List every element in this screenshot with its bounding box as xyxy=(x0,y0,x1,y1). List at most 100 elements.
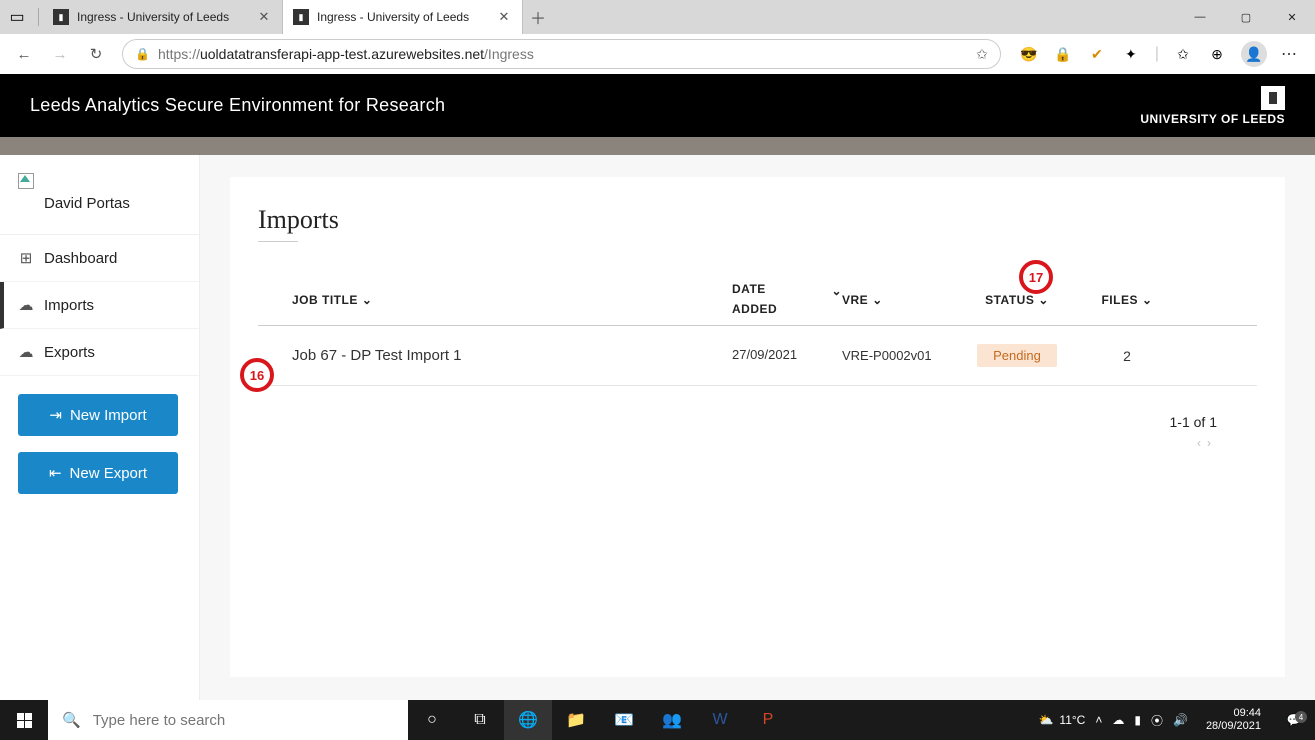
lock-icon: 🔒 xyxy=(135,47,150,61)
browser-tab-1[interactable]: ▮ Ingress - University of Leeds ✕ xyxy=(283,0,523,34)
cell-files: 2 xyxy=(1082,348,1172,364)
chevron-down-icon: ⌄ xyxy=(1142,293,1153,307)
col-label: VRE xyxy=(842,293,868,307)
sidebar-item-label: Dashboard xyxy=(44,250,117,267)
new-tab-button[interactable]: ＋ xyxy=(523,5,553,29)
windows-icon xyxy=(17,713,32,728)
taskbar: 🔍 ○ ⧉ 🌐 📁 📧 👥 W P ⛅ 11°C ˄ ☁ ▮ ⦿ 🔊 09:44… xyxy=(0,700,1315,740)
close-icon[interactable]: ✕ xyxy=(496,9,512,25)
col-vre[interactable]: VRE ⌄ xyxy=(842,293,952,307)
profile-avatar[interactable]: 👤 xyxy=(1241,41,1267,67)
tab-actions-button[interactable]: ▭ xyxy=(0,0,34,34)
user-avatar-icon xyxy=(18,173,34,189)
window-controls: — ▢ ✕ xyxy=(1177,0,1315,34)
col-label: JOB TITLE xyxy=(292,293,358,307)
url-path: /Ingress xyxy=(484,46,534,62)
powerpoint-icon[interactable]: P xyxy=(744,700,792,740)
maximize-button[interactable]: ▢ xyxy=(1223,0,1269,34)
col-job-title[interactable]: JOB TITLE ⌄ xyxy=(292,293,732,307)
pagination: 1-1 of 1 ‹› xyxy=(258,414,1257,450)
tray-icons: ˄ ☁ ▮ ⦿ 🔊 xyxy=(1095,712,1188,729)
url-host: uoldatatransferapi-app-test.azurewebsite… xyxy=(200,46,484,62)
word-icon[interactable]: W xyxy=(696,700,744,740)
clock[interactable]: 09:44 28/09/2021 xyxy=(1198,707,1269,733)
address-bar[interactable]: 🔒 https://uoldatatransferapi-app-test.az… xyxy=(122,39,1001,69)
pagination-range: 1-1 of 1 xyxy=(258,414,1217,430)
notifications-button[interactable]: 💬 4 xyxy=(1279,713,1309,727)
wifi-icon[interactable]: ⦿ xyxy=(1151,712,1163,729)
cortana-icon[interactable]: ○ xyxy=(408,700,456,740)
cell-status: Pending xyxy=(952,344,1082,367)
sidebar: David Portas ⊞ Dashboard ☁ Imports ☁ Exp… xyxy=(0,155,200,702)
card: Imports 16 17 JOB TITLE ⌄ DATE ADDED ⌄ xyxy=(230,177,1285,677)
edge-icon[interactable]: 🌐 xyxy=(504,700,552,740)
ext-icon-3[interactable]: ✔ xyxy=(1087,44,1107,64)
close-window-button[interactable]: ✕ xyxy=(1269,0,1315,34)
sidebar-item-dashboard[interactable]: ⊞ Dashboard xyxy=(0,235,199,282)
refresh-button[interactable]: ↻ xyxy=(78,36,114,72)
battery-icon[interactable]: ▮ xyxy=(1134,713,1141,727)
sidebar-item-imports[interactable]: ☁ Imports xyxy=(0,282,199,329)
sidebar-buttons: ⇥ New Import ⇤ New Export xyxy=(0,376,199,510)
teams-icon[interactable]: 👥 xyxy=(648,700,696,740)
decorative-strip xyxy=(0,137,1315,155)
clock-time: 09:44 xyxy=(1206,707,1261,720)
clock-date: 28/09/2021 xyxy=(1206,720,1261,733)
next-page-button[interactable]: › xyxy=(1207,436,1217,450)
ext-icon-1[interactable]: 😎 xyxy=(1019,44,1039,64)
col-files[interactable]: FILES ⌄ xyxy=(1082,293,1172,307)
weather-temp: 11°C xyxy=(1059,713,1085,727)
title-underline xyxy=(258,241,298,242)
volume-icon[interactable]: 🔊 xyxy=(1173,713,1188,727)
weather-widget[interactable]: ⛅ 11°C xyxy=(1038,713,1085,727)
settings-menu-icon[interactable]: ⋯ xyxy=(1281,44,1299,64)
search-icon: 🔍 xyxy=(62,711,81,729)
import-icon: ⇥ xyxy=(49,406,62,424)
cloud-down-icon: ☁ xyxy=(18,296,34,314)
button-label: New Export xyxy=(70,465,148,482)
back-button[interactable]: ← xyxy=(6,36,42,72)
extensions-icon[interactable]: ✦ xyxy=(1121,44,1141,64)
close-icon[interactable]: ✕ xyxy=(256,9,272,25)
status-badge: Pending xyxy=(977,344,1057,367)
browser-tab-0[interactable]: ▮ Ingress - University of Leeds ✕ xyxy=(43,0,283,34)
favicon-icon: ▮ xyxy=(53,9,69,25)
url-scheme: https:// xyxy=(158,46,200,62)
sidebar-item-label: Imports xyxy=(44,297,94,314)
sidebar-item-exports[interactable]: ☁ Exports xyxy=(0,329,199,376)
pagination-arrows: ‹› xyxy=(258,436,1217,450)
task-view-icon[interactable]: ⧉ xyxy=(456,700,504,740)
notification-badge: 4 xyxy=(1295,711,1307,723)
new-export-button[interactable]: ⇤ New Export xyxy=(18,452,178,494)
favorite-icon[interactable]: ✩ xyxy=(976,46,988,63)
collections-icon[interactable]: ⊕ xyxy=(1207,44,1227,64)
col-date-added[interactable]: DATE ADDED ⌄ xyxy=(732,282,842,317)
tab-title: Ingress - University of Leeds xyxy=(77,10,250,24)
outlook-icon[interactable]: 📧 xyxy=(600,700,648,740)
nav-bar: ← → ↻ 🔒 https://uoldatatransferapi-app-t… xyxy=(0,34,1315,74)
col-label: FILES xyxy=(1101,293,1138,307)
explorer-icon[interactable]: 📁 xyxy=(552,700,600,740)
toolbar-icons: 😎 🔒 ✔ ✦ | ✩ ⊕ 👤 ⋯ xyxy=(1009,41,1309,67)
url-text: https://uoldatatransferapi-app-test.azur… xyxy=(158,46,976,62)
onedrive-icon[interactable]: ☁ xyxy=(1112,713,1124,727)
grid-icon: ⊞ xyxy=(18,249,34,267)
table-row[interactable]: Job 67 - DP Test Import 1 27/09/2021 VRE… xyxy=(258,326,1257,386)
org-logo: UNIVERSITY OF LEEDS xyxy=(1140,86,1285,126)
user-block: David Portas xyxy=(0,155,199,235)
main-area: David Portas ⊞ Dashboard ☁ Imports ☁ Exp… xyxy=(0,155,1315,702)
favorites-icon[interactable]: ✩ xyxy=(1173,44,1193,64)
ext-icon-2[interactable]: 🔒 xyxy=(1053,44,1073,64)
chevron-down-icon: ⌄ xyxy=(831,284,842,300)
chevron-up-icon[interactable]: ˄ xyxy=(1095,713,1102,727)
new-import-button[interactable]: ⇥ New Import xyxy=(18,394,178,436)
app-header: Leeds Analytics Secure Environment for R… xyxy=(0,74,1315,137)
start-button[interactable] xyxy=(0,700,48,740)
prev-page-button[interactable]: ‹ xyxy=(1197,436,1207,450)
cloud-up-icon: ☁ xyxy=(18,343,34,361)
search-input[interactable] xyxy=(93,712,394,729)
col-status[interactable]: STATUS ⌄ xyxy=(952,293,1082,307)
minimize-button[interactable]: — xyxy=(1177,0,1223,34)
divider xyxy=(38,8,39,26)
taskbar-search[interactable]: 🔍 xyxy=(48,700,408,740)
